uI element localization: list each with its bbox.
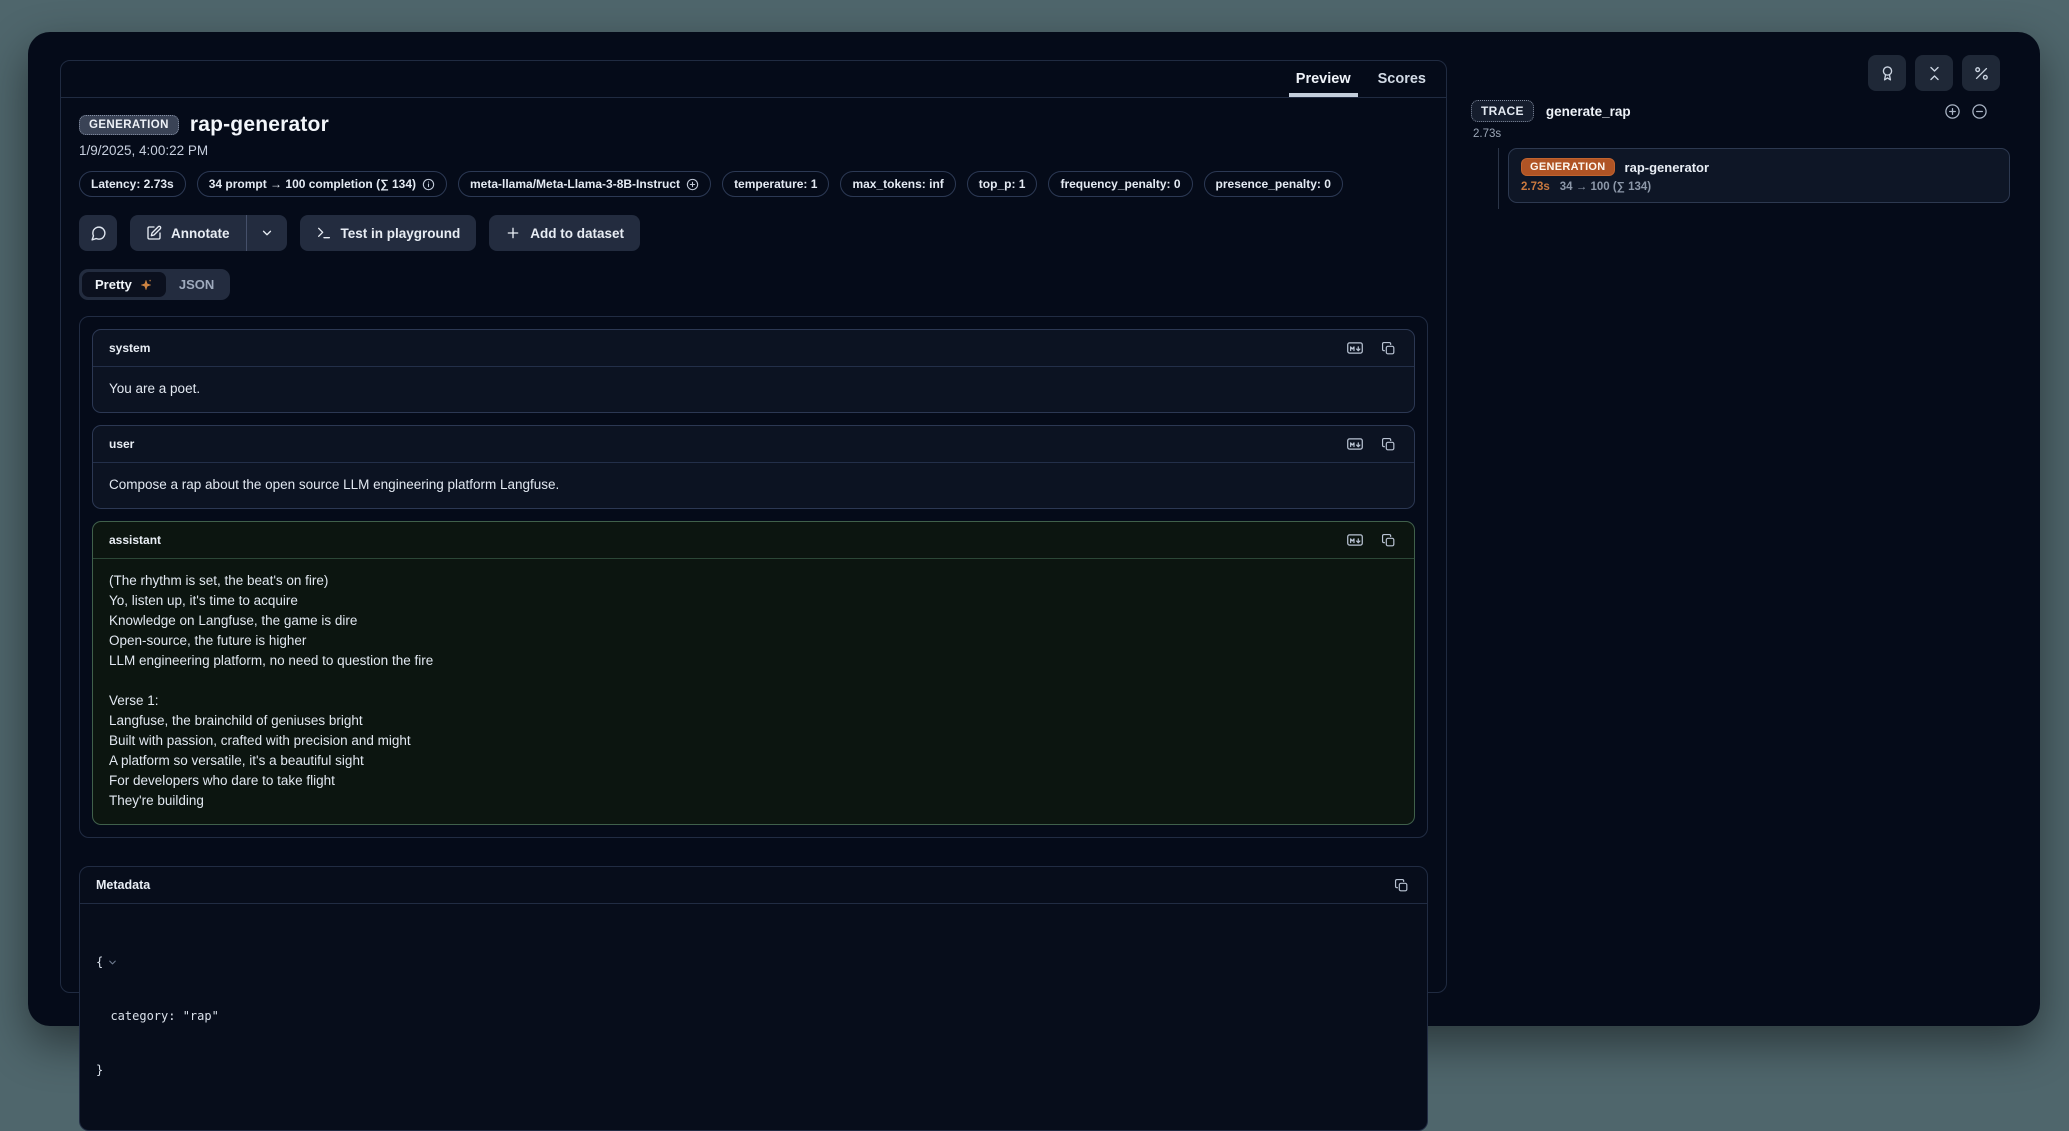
latency-pill: Latency: 2.73s	[79, 171, 186, 197]
test-in-playground-button[interactable]: Test in playground	[300, 215, 477, 251]
user-message-header: user	[93, 426, 1414, 463]
tab-scores[interactable]: Scores	[1378, 61, 1426, 97]
expand-all-button[interactable]	[1944, 103, 1961, 120]
annotate-split-button: Annotate	[130, 215, 287, 251]
app-window: Preview Scores GENERATION rap-generator …	[28, 32, 2040, 1026]
generation-node-name: rap-generator	[1625, 160, 1710, 175]
system-message-header: system	[93, 330, 1414, 367]
frequency-penalty-pill: frequency_penalty: 0	[1048, 171, 1192, 197]
attribute-pills-row: Latency: 2.73s 34 prompt → 100 completio…	[79, 171, 1428, 197]
annotate-button[interactable]: Annotate	[130, 215, 246, 251]
max-tokens-pill: max_tokens: inf	[840, 171, 955, 197]
collapse-all-button[interactable]	[1971, 103, 1988, 120]
copy-button[interactable]	[1389, 874, 1414, 897]
markdown-toggle-button[interactable]	[1342, 529, 1367, 552]
add-to-dataset-button[interactable]: Add to dataset	[489, 215, 640, 251]
title-row: GENERATION rap-generator	[79, 113, 1428, 137]
award-icon	[1879, 65, 1896, 82]
trace-name: generate_rap	[1546, 104, 1631, 119]
generation-node-card[interactable]: GENERATION rap-generator 2.73s 34 → 100 …	[1508, 148, 2010, 203]
page-title: rap-generator	[190, 113, 329, 137]
message-tools	[1342, 337, 1401, 360]
node-latency: 2.73s	[1521, 181, 1550, 193]
tab-preview[interactable]: Preview	[1296, 61, 1351, 97]
json-collapse-chevron-icon[interactable]	[107, 957, 118, 968]
copy-button[interactable]	[1376, 433, 1401, 456]
node-stats-row: 2.73s 34 → 100 (∑ 134)	[1521, 181, 1997, 193]
info-icon[interactable]	[422, 178, 435, 191]
plus-icon	[505, 225, 521, 241]
metadata-box: Metadata { category: "rap"	[79, 866, 1428, 1131]
copy-button[interactable]	[1376, 337, 1401, 360]
markdown-toggle-button[interactable]	[1342, 433, 1367, 456]
model-pill: meta-llama/Meta-Llama-3-8B-Instruct	[458, 171, 711, 197]
trace-tree-sidebar: TRACE generate_rap 2.73s GENERATION rap-…	[1447, 32, 2040, 1026]
chat-bubble-icon	[90, 225, 107, 242]
preview-tabs-bar: Preview Scores	[61, 61, 1446, 98]
json-close-brace: }	[96, 1061, 1411, 1079]
user-message-block: user Compose a rap about the open source…	[92, 425, 1415, 509]
collapse-panel-button[interactable]	[1915, 55, 1953, 91]
token-usage-pill: 34 prompt → 100 completion (∑ 134)	[197, 171, 447, 197]
terminal-icon	[316, 225, 332, 241]
annotate-dropdown-button[interactable]	[247, 215, 287, 251]
message-tools	[1342, 433, 1401, 456]
chevron-down-icon	[260, 226, 274, 240]
assistant-message-block: assistant (The rhythm is set, the beat's…	[92, 521, 1415, 825]
generation-node-badge: GENERATION	[1521, 158, 1615, 176]
node-title-row: GENERATION rap-generator	[1521, 158, 1997, 176]
json-open-brace: {	[96, 953, 103, 971]
view-toggle: Pretty JSON	[79, 269, 230, 300]
sidebar-top-icons	[1471, 55, 2000, 91]
temperature-pill: temperature: 1	[722, 171, 829, 197]
system-message-block: system You are a poet.	[92, 329, 1415, 413]
observation-preview-panel: Preview Scores GENERATION rap-generator …	[60, 60, 1447, 993]
percent-metrics-button[interactable]	[1962, 55, 2000, 91]
user-message-content: Compose a rap about the open source LLM …	[93, 463, 1414, 508]
metadata-tools	[1389, 874, 1414, 897]
metadata-title: Metadata	[96, 878, 150, 892]
message-role-label: system	[109, 341, 150, 355]
trace-latency: 2.73s	[1471, 128, 2010, 140]
presence-penalty-pill: presence_penalty: 0	[1204, 171, 1343, 197]
top-p-pill: top_p: 1	[967, 171, 1038, 197]
trace-tree-root-row[interactable]: TRACE generate_rap	[1471, 100, 2010, 122]
markdown-toggle-button[interactable]	[1342, 337, 1367, 360]
panel-body: GENERATION rap-generator 1/9/2025, 4:00:…	[61, 98, 1446, 992]
comment-button[interactable]	[79, 215, 117, 251]
messages-container: system You are a poet.	[79, 316, 1428, 838]
system-message-content: You are a poet.	[93, 367, 1414, 412]
chevrons-fold-icon	[1926, 65, 1943, 82]
message-role-label: user	[109, 437, 134, 451]
metadata-content: { category: "rap" }	[80, 904, 1427, 1130]
actions-row: Annotate Test in playground	[79, 215, 1428, 251]
assistant-message-header: assistant	[93, 522, 1414, 559]
timestamp: 1/9/2025, 4:00:22 PM	[79, 143, 1428, 158]
sparkles-icon	[139, 278, 153, 292]
trace-tree: GENERATION rap-generator 2.73s 34 → 100 …	[1498, 148, 2010, 209]
pen-square-icon	[146, 225, 162, 241]
metadata-header: Metadata	[80, 867, 1427, 904]
tree-expand-controls	[1944, 103, 1988, 120]
annotations-award-button[interactable]	[1868, 55, 1906, 91]
generation-type-badge: GENERATION	[79, 115, 179, 135]
percent-icon	[1973, 65, 1990, 82]
json-body-line: category: "rap"	[96, 1007, 1411, 1025]
circle-plus-icon[interactable]	[686, 178, 699, 191]
message-role-label: assistant	[109, 533, 161, 547]
assistant-message-content: (The rhythm is set, the beat's on fire) …	[93, 559, 1414, 824]
copy-button[interactable]	[1376, 529, 1401, 552]
json-view-tab[interactable]: JSON	[166, 272, 227, 297]
pretty-view-tab[interactable]: Pretty	[82, 272, 166, 297]
node-token-usage: 34 → 100 (∑ 134)	[1560, 181, 1651, 193]
trace-type-badge: TRACE	[1471, 100, 1534, 122]
message-tools	[1342, 529, 1401, 552]
